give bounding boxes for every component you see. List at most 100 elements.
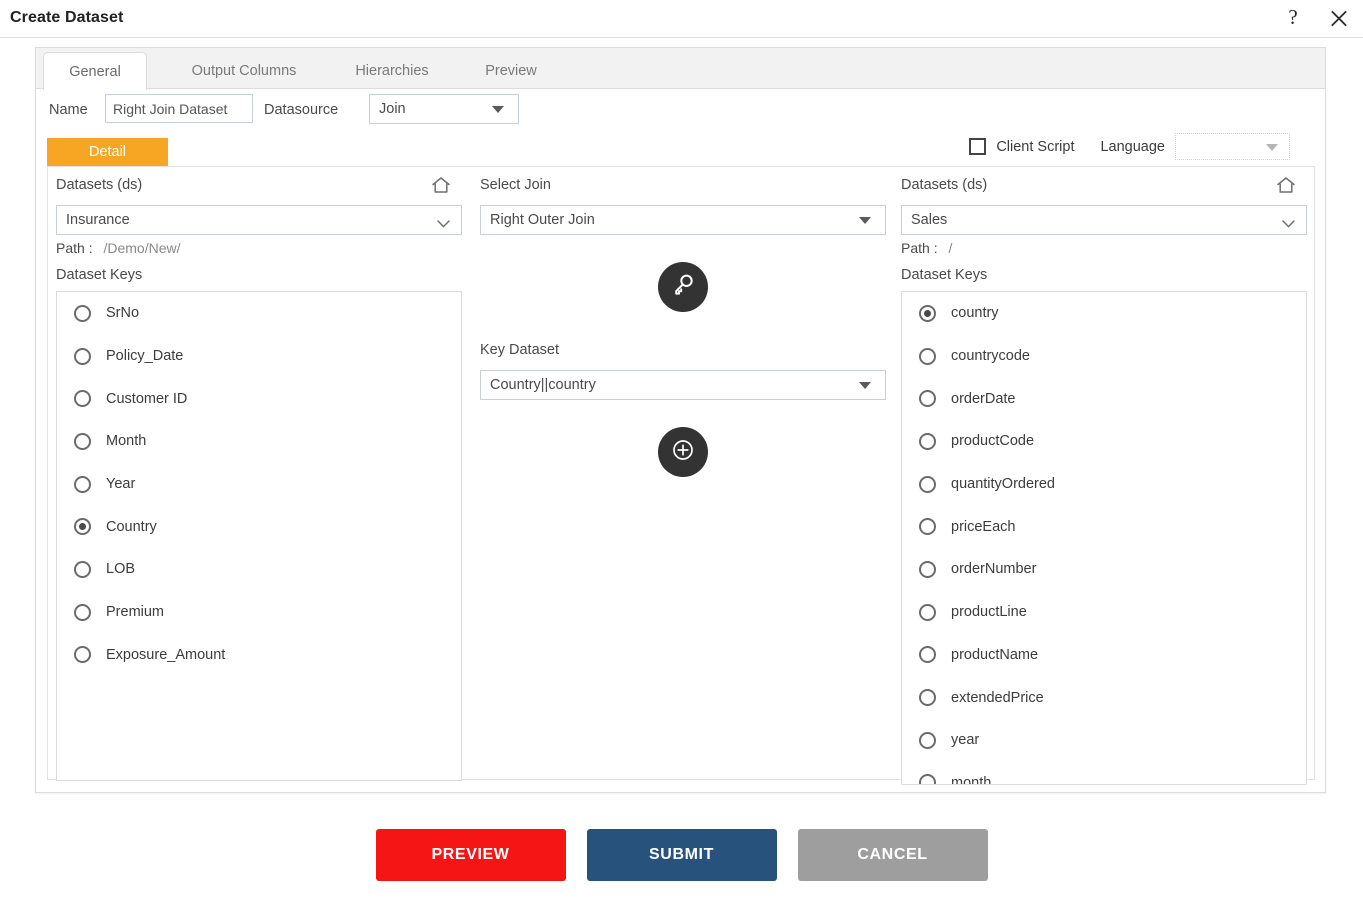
key-icon xyxy=(670,272,696,303)
radio-button-icon[interactable] xyxy=(74,603,91,621)
list-item[interactable]: quantityOrdered xyxy=(902,463,1306,506)
list-item[interactable]: orderDate xyxy=(902,377,1306,420)
list-item-label: productLine xyxy=(951,604,1027,621)
radio-button-icon[interactable] xyxy=(74,518,91,536)
chevron-down-icon xyxy=(1282,215,1295,228)
list-item[interactable]: productLine xyxy=(902,591,1306,634)
left-dataset-value: Insurance xyxy=(66,212,130,228)
tab-bar: General Output Columns Hierarchies Previ… xyxy=(36,48,1325,90)
radio-button-icon[interactable] xyxy=(919,347,936,365)
help-icon[interactable]: ? xyxy=(1277,2,1309,34)
list-item[interactable]: Month xyxy=(57,420,461,463)
radio-button-icon[interactable] xyxy=(74,304,91,322)
list-item[interactable]: orderNumber xyxy=(902,548,1306,591)
list-item[interactable]: Country xyxy=(57,505,461,548)
name-datasource-row: Name Datasource Join xyxy=(36,89,1325,133)
radio-button-icon[interactable] xyxy=(74,432,91,450)
chevron-down-icon xyxy=(1266,143,1278,151)
list-item[interactable]: priceEach xyxy=(902,505,1306,548)
svg-text:?: ? xyxy=(1288,7,1297,29)
list-item-label: orderNumber xyxy=(951,561,1037,578)
radio-button-icon[interactable] xyxy=(74,390,91,408)
datasource-value: Join xyxy=(379,101,406,117)
tab-output-columns[interactable]: Output Columns xyxy=(169,53,319,89)
list-item[interactable]: Policy_Date xyxy=(57,335,461,378)
radio-button-icon[interactable] xyxy=(919,475,936,493)
detail-tab[interactable]: Detail xyxy=(47,138,168,166)
radio-button-icon[interactable] xyxy=(74,475,91,493)
left-dataset-keys-list[interactable]: SrNo Policy_Date Customer ID Month Year Count… xyxy=(56,291,462,781)
list-item[interactable]: Premium xyxy=(57,591,461,634)
client-script-row: Client Script Language xyxy=(969,133,1290,160)
radio-button-icon[interactable] xyxy=(74,347,91,365)
radio-button-icon[interactable] xyxy=(919,646,936,664)
radio-button-icon[interactable] xyxy=(919,390,936,408)
list-item-label: Customer ID xyxy=(106,390,188,407)
list-item-label: quantityOrdered xyxy=(951,476,1055,493)
select-join-dropdown[interactable]: Right Outer Join xyxy=(480,205,886,235)
radio-button-icon[interactable] xyxy=(919,603,936,621)
right-dataset-column: Datasets (ds) Sales Path : / Dataset Key… xyxy=(901,167,1307,785)
radio-button-icon[interactable] xyxy=(919,432,936,450)
list-item[interactable]: Year xyxy=(57,463,461,506)
key-dataset-header: Key Dataset xyxy=(480,342,886,370)
list-item[interactable]: extendedPrice xyxy=(902,676,1306,719)
key-dataset-dropdown[interactable]: Country||country xyxy=(480,370,886,400)
tab-preview-label: Preview xyxy=(485,63,537,79)
list-item-label: LOB xyxy=(106,561,136,578)
list-item-label: Premium xyxy=(106,604,165,621)
radio-button-icon[interactable] xyxy=(74,646,91,664)
tab-preview[interactable]: Preview xyxy=(464,53,558,89)
page-title: Create Dataset xyxy=(10,9,124,26)
list-item[interactable]: Customer ID xyxy=(57,377,461,420)
radio-button-icon[interactable] xyxy=(74,560,91,578)
language-label: Language xyxy=(1100,138,1165,155)
radio-button-icon[interactable] xyxy=(919,518,936,536)
home-icon[interactable] xyxy=(1275,174,1297,196)
list-item-label: productName xyxy=(951,646,1039,663)
language-select[interactable] xyxy=(1175,133,1290,160)
list-item[interactable]: LOB xyxy=(57,548,461,591)
right-dataset-keys-list[interactable]: country countrycode orderDate productCode qu… xyxy=(901,291,1307,785)
radio-button-icon[interactable] xyxy=(919,304,936,322)
client-script-checkbox[interactable] xyxy=(969,138,987,155)
name-input[interactable] xyxy=(105,94,253,123)
submit-button[interactable]: SUBMIT xyxy=(586,829,777,881)
list-item[interactable]: month xyxy=(902,762,1306,784)
key-button[interactable] xyxy=(658,262,708,312)
left-dataset-select[interactable]: Insurance xyxy=(56,205,462,235)
plus-circle-icon xyxy=(671,438,695,467)
list-item[interactable]: year xyxy=(902,719,1306,762)
right-datasets-title: Datasets (ds) xyxy=(901,177,988,193)
radio-button-icon[interactable] xyxy=(919,731,936,749)
list-item[interactable]: productCode xyxy=(902,420,1306,463)
left-datasets-header: Datasets (ds) xyxy=(56,177,462,205)
list-item[interactable]: countrycode xyxy=(902,335,1306,378)
tab-hierarchies-label: Hierarchies xyxy=(355,63,429,79)
footer-actions: PREVIEW SUBMIT CANCEL xyxy=(0,829,1363,881)
left-path-label: Path : xyxy=(56,240,93,256)
radio-button-icon[interactable] xyxy=(919,774,936,784)
list-item[interactable]: SrNo xyxy=(57,292,461,335)
radio-button-icon[interactable] xyxy=(919,689,936,707)
left-dataset-column: Datasets (ds) Insurance Path : /Demo/New… xyxy=(56,167,462,781)
list-item-label: Exposure_Amount xyxy=(106,646,226,663)
radio-button-icon[interactable] xyxy=(919,560,936,578)
list-item[interactable]: productName xyxy=(902,634,1306,677)
detail-tab-label: Detail xyxy=(88,144,127,160)
cancel-button[interactable]: CANCEL xyxy=(797,829,988,881)
home-icon[interactable] xyxy=(430,174,452,196)
list-item[interactable]: Exposure_Amount xyxy=(57,634,461,677)
add-key-button[interactable] xyxy=(658,427,708,477)
list-item[interactable]: country xyxy=(902,292,1306,335)
right-dataset-value: Sales xyxy=(911,212,948,228)
datasource-select[interactable]: Join xyxy=(369,94,519,124)
right-dataset-select[interactable]: Sales xyxy=(901,205,1307,235)
chevron-down-icon xyxy=(492,106,504,113)
preview-button[interactable]: PREVIEW xyxy=(375,829,566,881)
list-item-label: priceEach xyxy=(951,518,1016,535)
close-icon[interactable] xyxy=(1323,2,1355,34)
tab-hierarchies[interactable]: Hierarchies xyxy=(336,53,448,89)
select-join-header: Select Join xyxy=(480,177,886,205)
tab-general[interactable]: General xyxy=(43,52,147,90)
